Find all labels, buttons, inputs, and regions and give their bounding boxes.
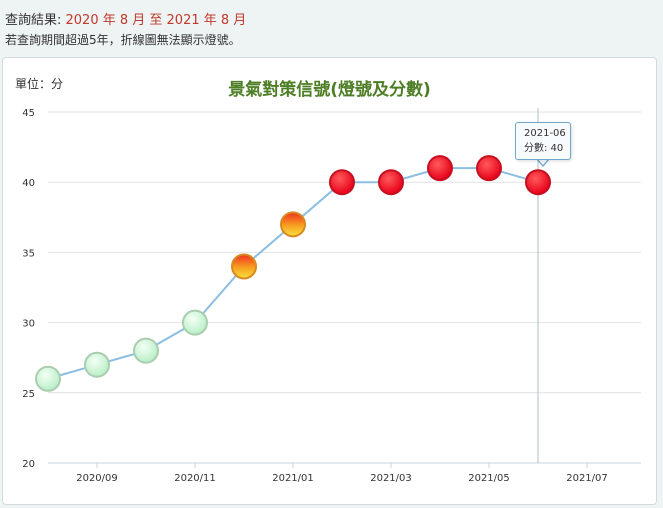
query-result-line: 查詢結果: 2020 年 8 月 至 2021 年 8 月 <box>5 9 246 28</box>
x-tick-label: 2020/09 <box>76 473 118 484</box>
tooltip-value: 分數: 40 <box>524 143 564 154</box>
y-tick-label: 25 <box>22 389 35 400</box>
y-tick-label: 40 <box>22 178 35 189</box>
x-tick-label: 2020/11 <box>174 473 216 484</box>
signal-point-red <box>427 155 453 182</box>
y-tick-label: 30 <box>22 319 35 330</box>
x-tick-label: 2021/03 <box>370 473 412 484</box>
signal-point-red <box>378 169 404 196</box>
y-tick-label: 20 <box>22 459 35 470</box>
signal-point-red <box>525 169 551 196</box>
period-limit-note: 若查詢期間超過5年，折線圖無法顯示燈號。 <box>5 33 241 47</box>
signal-point-green <box>133 337 159 364</box>
x-tick-label: 2021/05 <box>468 473 510 484</box>
query-result-range: 2020 年 8 月 至 2021 年 8 月 <box>65 13 247 28</box>
series-line <box>47 167 539 380</box>
x-tick-label: 2021/07 <box>566 473 608 484</box>
tooltip-date: 2021-06 <box>524 128 566 139</box>
y-tick-label: 35 <box>22 248 35 259</box>
signal-point-green <box>84 351 110 378</box>
query-result-label: 查詢結果: <box>5 13 66 28</box>
chart-panel: 20 25 30 35 40 45 2020/09 2020/11 2021/01 2021/03… <box>2 57 657 505</box>
signal-point-yellow-red <box>231 253 257 280</box>
signal-point-red <box>476 155 502 182</box>
signal-point-red <box>329 169 355 196</box>
x-tick-label: 2021/01 <box>272 473 314 484</box>
signal-point-green <box>35 365 61 392</box>
data-tooltip: 2021-06 分數: 40 <box>515 122 571 160</box>
y-tick-label: 45 <box>22 108 35 119</box>
signal-point-yellow-red <box>280 211 306 238</box>
chart-title: 景氣對策信號(燈號及分數) <box>228 80 431 100</box>
signal-point-green <box>182 309 208 336</box>
